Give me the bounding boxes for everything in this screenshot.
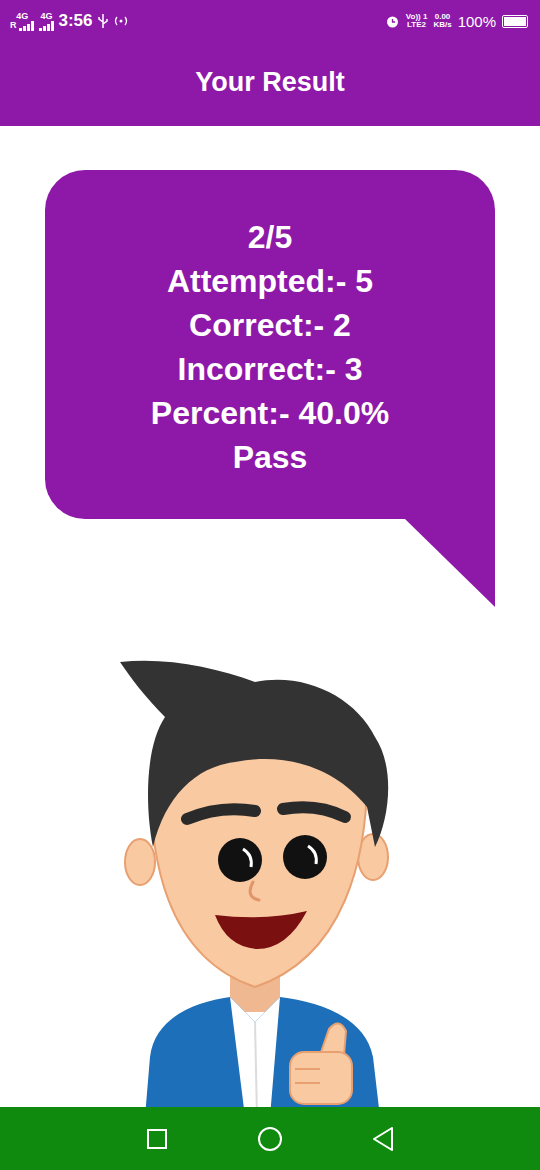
volte-indicator: Vo)) 1LTE2 [406,13,428,29]
hotspot-icon [113,14,129,28]
result-line: Percent:- 40.0% [151,391,389,435]
triangle-icon [371,1126,395,1152]
score: 2/5 [248,215,292,259]
alarm-icon [385,14,400,29]
pass-status: Pass [233,435,308,479]
network-label: 4G [16,12,28,21]
status-bar: 4GR4G3:56Vo)) 1LTE20.00KB/s100% [0,0,540,42]
sim2-signal: 4G [39,12,55,31]
circle-icon [257,1126,283,1152]
result-screen: 4GR4G3:56Vo)) 1LTE20.00KB/s100%Your Resu… [0,0,540,1170]
battery-icon [502,15,528,28]
battery-percent: 100% [458,13,496,30]
sim1-signal: 4GR [10,12,35,31]
header: 4GR4G3:56Vo)) 1LTE20.00KB/s100%Your Resu… [0,0,540,126]
speech-bubble: 2/5Attempted:- 5Correct:- 2Incorrect:- 3… [45,170,495,607]
app-bar: Your Result [0,42,540,126]
recents-button[interactable] [137,1119,177,1159]
network-speed: 0.00KB/s [433,13,451,29]
back-button[interactable] [363,1119,403,1159]
signal-icon [19,21,35,31]
result-line: Attempted:- 5 [167,259,373,303]
usb-icon [97,13,109,29]
home-button[interactable] [250,1119,290,1159]
clock: 3:56 [59,11,93,31]
roaming-label: R [10,21,17,30]
square-icon [146,1128,168,1150]
bubble-tail [405,519,495,607]
result-line: Incorrect:- 3 [178,347,363,391]
result-line: Correct:- 2 [189,303,351,347]
signal-icon [39,21,55,31]
content: 2/5Attempted:- 5Correct:- 2Incorrect:- 3… [0,126,540,1107]
network-label: 4G [40,12,52,21]
app-bar-title: Your Result [195,67,345,98]
cartoon-boy-icon [105,657,405,1107]
result-card: 2/5Attempted:- 5Correct:- 2Incorrect:- 3… [45,170,495,519]
navigation-bar [0,1107,540,1170]
